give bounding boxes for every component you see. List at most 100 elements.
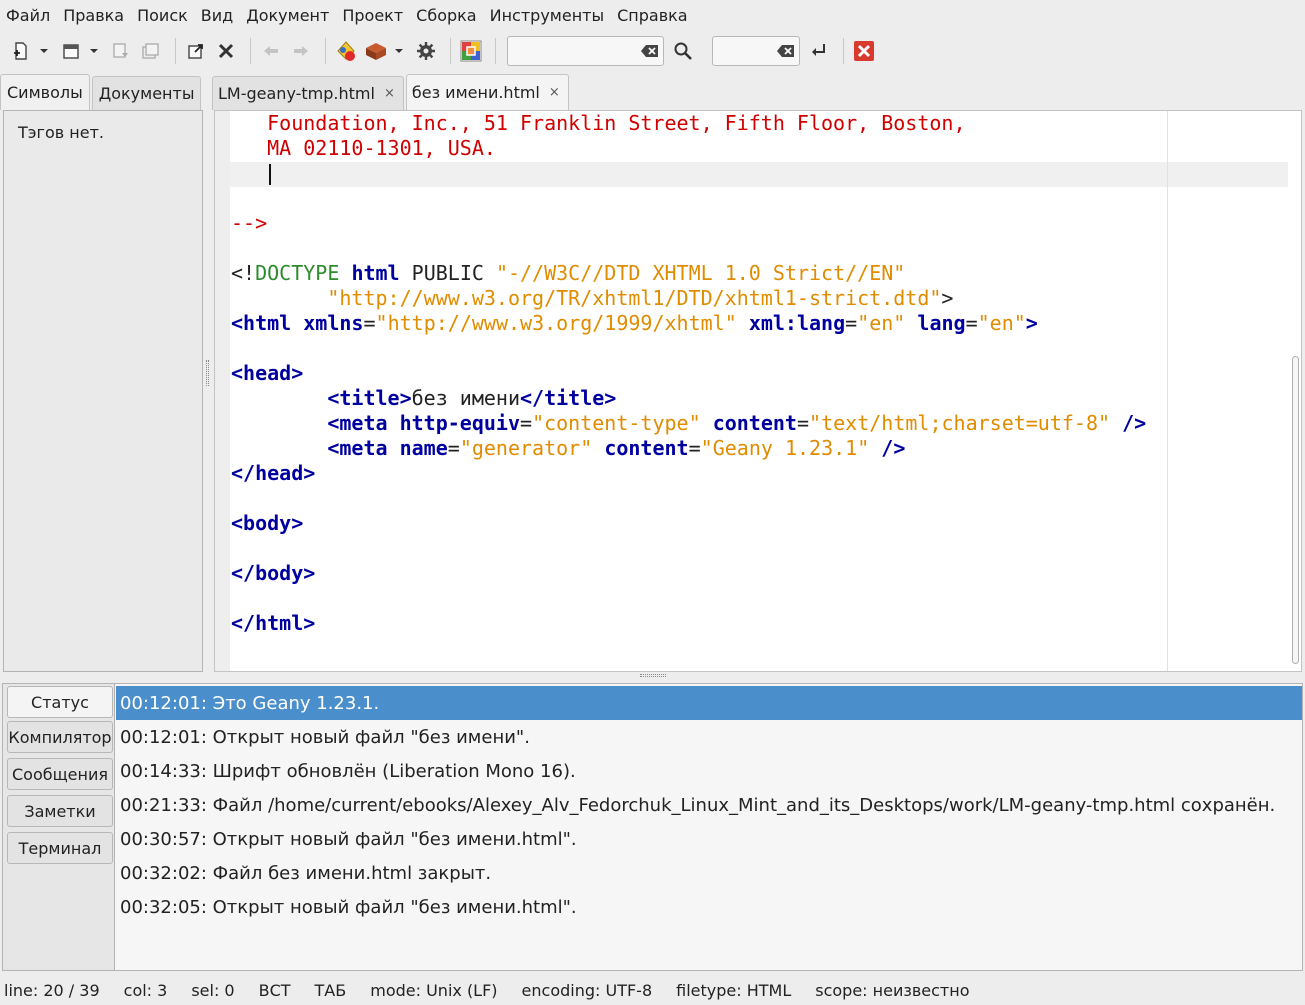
log-line[interactable]: 00:30:57: Открыт новый файл "без имени.h… xyxy=(116,822,1302,856)
tab-untitled[interactable]: без имени.html × xyxy=(405,74,569,110)
tab-messages[interactable]: Сообщения xyxy=(7,758,113,790)
toolbar-separator xyxy=(175,38,176,64)
code-token: > xyxy=(941,286,954,310)
tab-terminal[interactable]: Терминал xyxy=(7,832,113,864)
toolbar-separator xyxy=(325,38,326,64)
menu-edit[interactable]: Правка xyxy=(63,6,124,25)
quit-icon[interactable] xyxy=(851,38,877,64)
close-file-icon[interactable] xyxy=(213,38,239,64)
tab-symbols[interactable]: Символы xyxy=(0,74,90,110)
code-token: "-//W3C//DTD XHTML 1.0 Strict//EN" xyxy=(495,261,906,285)
status-insert-mode: ВСТ xyxy=(258,981,291,1000)
code-token: без имени xyxy=(411,386,520,410)
text-cursor xyxy=(269,164,271,185)
code-editor[interactable]: Foundation, Inc., 51 Franklin Street, Fi… xyxy=(214,110,1302,672)
status-line: line: 20 / 39 xyxy=(4,981,100,1000)
menu-search[interactable]: Поиск xyxy=(137,6,188,25)
code-token: xmlns xyxy=(303,311,364,335)
search-input[interactable] xyxy=(507,36,664,66)
tab-lm-geany-tmp[interactable]: LM-geany-tmp.html × xyxy=(212,76,404,110)
color-chooser-icon[interactable] xyxy=(458,38,484,64)
save-all-icon[interactable] xyxy=(138,38,164,64)
menu-view[interactable]: Вид xyxy=(201,6,233,25)
log-line[interactable]: 00:12:01: Это Geany 1.23.1. xyxy=(116,686,1302,720)
code-line: Foundation, Inc., 51 Franklin Street, Fi… xyxy=(231,111,1146,136)
log-line[interactable]: 00:21:33: Файл /home/current/ebooks/Alex… xyxy=(116,788,1302,822)
editor-scrollbar[interactable] xyxy=(1292,356,1299,664)
status-eol-mode: mode: Unix (LF) xyxy=(370,981,498,1000)
code-token: > xyxy=(1025,311,1038,335)
code-token: </body> xyxy=(231,561,316,585)
open-file-icon[interactable] xyxy=(58,38,84,64)
code-token: </head> xyxy=(231,461,316,485)
sidebar-resize-handle[interactable] xyxy=(206,360,209,386)
code-line: <!DOCTYPE html PUBLIC "-//W3C//DTD XHTML… xyxy=(231,261,1146,286)
code-line: </html> xyxy=(231,611,1146,636)
code-line: </body> xyxy=(231,561,1146,586)
menu-project[interactable]: Проект xyxy=(342,6,403,25)
code-token: "text/html;charset=utf-8" xyxy=(809,411,1111,435)
menu-build[interactable]: Сборка xyxy=(416,6,476,25)
message-pane-resize-handle[interactable] xyxy=(640,674,666,677)
clear-search-icon[interactable] xyxy=(641,44,659,58)
close-tab-icon[interactable]: × xyxy=(384,86,395,101)
save-icon[interactable] xyxy=(108,38,134,64)
code-line: --> xyxy=(231,211,1146,236)
menu-file[interactable]: Файл xyxy=(6,6,50,25)
code-token: <body> xyxy=(231,511,304,535)
status-log: 00:12:01: Это Geany 1.23.1. 00:12:01: От… xyxy=(114,683,1303,971)
build-icon[interactable] xyxy=(363,38,389,64)
toolbar-separator xyxy=(250,38,251,64)
code-line: "http://www.w3.org/TR/xhtml1/DTD/xhtml1-… xyxy=(231,286,1146,311)
code-line: <head> xyxy=(231,361,1146,386)
jump-to-line-icon[interactable] xyxy=(806,38,832,64)
menu-document[interactable]: Документ xyxy=(246,6,329,25)
reload-icon[interactable] xyxy=(183,38,209,64)
new-document-dropdown-icon[interactable] xyxy=(38,38,50,64)
menu-tools[interactable]: Инструменты xyxy=(490,6,605,25)
sidebar-tabs: Символы Документы xyxy=(0,74,205,110)
tab-compiler[interactable]: Компилятор xyxy=(7,721,113,753)
tab-scribble[interactable]: Заметки xyxy=(7,795,113,827)
new-document-icon[interactable] xyxy=(8,38,34,64)
code-token: PUBLIC xyxy=(399,261,496,285)
open-file-dropdown-icon[interactable] xyxy=(88,38,100,64)
forward-icon[interactable] xyxy=(288,38,314,64)
log-line[interactable]: 00:14:33: Шрифт обновлён (Liberation Mon… xyxy=(116,754,1302,788)
code-token: </html> xyxy=(231,611,316,635)
code-token: <! xyxy=(231,261,256,285)
log-line[interactable]: 00:12:01: Открыт новый файл "без имени". xyxy=(116,720,1302,754)
clear-goto-icon[interactable] xyxy=(777,44,795,58)
status-sel: sel: 0 xyxy=(191,981,235,1000)
goto-line-input[interactable] xyxy=(712,36,800,66)
tab-documents[interactable]: Документы xyxy=(91,76,202,110)
menu-help[interactable]: Справка xyxy=(617,6,688,25)
long-line-marker xyxy=(1167,111,1168,671)
code-token: http-equiv xyxy=(399,411,521,435)
tab-status[interactable]: Статус xyxy=(7,686,113,718)
close-tab-icon[interactable]: × xyxy=(549,85,560,100)
log-line[interactable]: 00:32:05: Открыт новый файл "без имени.h… xyxy=(116,890,1302,924)
code-token: <head> xyxy=(231,361,304,385)
code-line: <title>без имени</title> xyxy=(231,386,1146,411)
compile-icon[interactable] xyxy=(333,38,359,64)
log-line[interactable]: 00:32:02: Файл без имени.html закрыт. xyxy=(116,856,1302,890)
no-tags-label: Тэгов нет. xyxy=(18,123,104,142)
code-line: <meta http-equiv="content-type" content=… xyxy=(231,411,1146,436)
search-icon[interactable] xyxy=(670,38,696,64)
build-dropdown-icon[interactable] xyxy=(393,38,405,64)
preferences-icon[interactable] xyxy=(413,38,439,64)
back-icon[interactable] xyxy=(258,38,284,64)
